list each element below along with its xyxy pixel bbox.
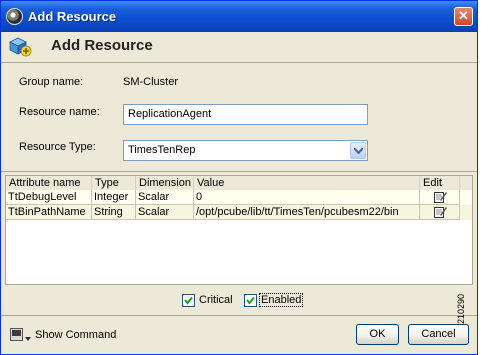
- cell-attribute: TtBinPathName: [6, 205, 92, 220]
- col-value[interactable]: Value: [194, 176, 420, 190]
- edit-icon[interactable]: [434, 191, 447, 203]
- show-command-icon[interactable]: [10, 328, 32, 344]
- table-row[interactable]: TtBinPathName String Scalar /opt/pcube/l…: [6, 205, 472, 220]
- add-resource-icon: [9, 37, 32, 57]
- dropdown-arrow-icon[interactable]: [350, 142, 366, 159]
- header-title: Add Resource: [51, 37, 153, 54]
- group-name-label: Group name:: [19, 76, 84, 88]
- cell-type: String: [92, 205, 136, 220]
- cell-value[interactable]: 0: [194, 190, 420, 205]
- cancel-button[interactable]: Cancel: [408, 324, 469, 345]
- resource-name-label: Resource name:: [19, 106, 100, 118]
- show-command-label[interactable]: Show Command: [35, 329, 116, 341]
- divider: [1, 315, 477, 316]
- close-icon[interactable]: ✕: [454, 7, 473, 26]
- resource-type-select[interactable]: TimesTenRep: [123, 140, 368, 161]
- divider: [1, 171, 477, 172]
- col-type[interactable]: Type: [92, 176, 136, 190]
- cell-value[interactable]: /opt/pcube/lib/tt/TimesTen/pcubesm22/bin: [194, 205, 420, 220]
- ok-button[interactable]: OK: [356, 324, 399, 345]
- table-header: Attribute name Type Dimension Value Edit: [6, 176, 472, 191]
- col-dimension[interactable]: Dimension: [136, 176, 194, 190]
- cell-edit: [420, 190, 460, 205]
- app-icon: [6, 8, 23, 25]
- window-title: Add Resource: [28, 9, 117, 24]
- critical-checkbox[interactable]: [182, 294, 195, 307]
- cell-dimension: Scalar: [136, 190, 194, 205]
- dialog-header: Add Resource: [1, 32, 477, 63]
- add-resource-dialog: Add Resource ✕ Add Resource Group name: …: [0, 0, 478, 355]
- col-edit[interactable]: Edit: [420, 176, 460, 190]
- resource-type-label: Resource Type:: [19, 141, 96, 153]
- critical-label[interactable]: Critical: [199, 294, 233, 306]
- cell-type: Integer: [92, 190, 136, 205]
- cell-dimension: Scalar: [136, 205, 194, 220]
- enabled-label[interactable]: Enabled: [259, 293, 304, 307]
- cell-attribute: TtDebugLevel: [6, 190, 92, 205]
- attributes-table: Attribute name Type Dimension Value Edit…: [5, 175, 473, 285]
- col-attribute-name[interactable]: Attribute name: [6, 176, 92, 190]
- title-bar[interactable]: Add Resource ✕: [1, 1, 477, 32]
- group-name-value: SM-Cluster: [123, 76, 179, 88]
- resource-name-input[interactable]: ReplicationAgent: [123, 104, 368, 125]
- enabled-checkbox[interactable]: [244, 294, 257, 307]
- table-row[interactable]: TtDebugLevel Integer Scalar 0: [6, 190, 472, 205]
- figure-id-text: 210290: [456, 293, 467, 325]
- edit-icon[interactable]: [434, 206, 447, 218]
- resource-type-value: TimesTenRep: [128, 144, 196, 156]
- figure-id: 210290: [456, 268, 492, 352]
- cell-edit: [420, 205, 460, 220]
